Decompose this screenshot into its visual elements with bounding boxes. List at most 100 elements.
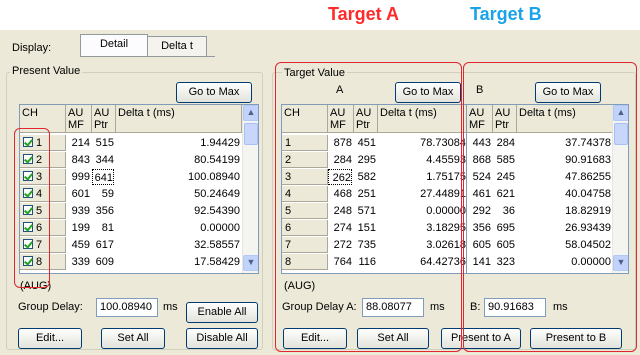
checkbox-checked-icon[interactable] bbox=[23, 154, 33, 164]
au-mf-cell[interactable]: 764 bbox=[328, 254, 352, 270]
au-ptr-cell[interactable]: 617 bbox=[92, 237, 114, 253]
checkbox-checked-icon[interactable] bbox=[23, 256, 33, 266]
checkbox-checked-icon[interactable] bbox=[23, 205, 33, 215]
au-mf-cell[interactable]: 468 bbox=[328, 186, 352, 202]
au-mf-cell[interactable]: 262 bbox=[328, 169, 352, 185]
au-mf-cell[interactable]: 868 bbox=[467, 152, 491, 168]
au-ptr-cell[interactable]: 81 bbox=[92, 220, 114, 236]
target-edit-button[interactable]: Edit... bbox=[283, 328, 347, 349]
au-ptr-cell[interactable]: 36 bbox=[493, 203, 515, 219]
checkbox-checked-icon[interactable] bbox=[23, 188, 33, 198]
tab-delta-t[interactable]: Delta t bbox=[147, 36, 207, 56]
table-row[interactable]: 8 764 116 64.42736 bbox=[282, 254, 466, 270]
table-row[interactable]: 3 999 641 100.08940 bbox=[20, 169, 242, 185]
checkbox-checked-icon[interactable] bbox=[23, 171, 33, 181]
au-ptr-cell[interactable]: 641 bbox=[92, 169, 114, 185]
au-mf-cell[interactable]: 601 bbox=[66, 186, 90, 202]
table-row[interactable]: 2 843 344 80.54199 bbox=[20, 152, 242, 168]
au-mf-cell[interactable]: 248 bbox=[328, 203, 352, 219]
table-row[interactable]: 605 605 58.04502 bbox=[467, 237, 613, 253]
checkbox-checked-icon[interactable] bbox=[23, 137, 33, 147]
group-delay-a-field[interactable]: 88.08077 bbox=[362, 298, 424, 317]
table-row[interactable]: 356 695 26.93439 bbox=[467, 220, 613, 236]
checkbox-checked-icon[interactable] bbox=[23, 222, 33, 232]
au-ptr-cell[interactable]: 451 bbox=[354, 135, 376, 151]
au-ptr-cell[interactable]: 695 bbox=[493, 220, 515, 236]
table-row[interactable]: 5 248 571 0.00000 bbox=[282, 203, 466, 219]
au-ptr-cell[interactable]: 151 bbox=[354, 220, 376, 236]
au-ptr-cell[interactable]: 571 bbox=[354, 203, 376, 219]
vertical-scrollbar[interactable]: ▲ ▼ bbox=[242, 105, 258, 273]
au-ptr-cell[interactable]: 116 bbox=[354, 254, 376, 270]
au-mf-cell[interactable]: 843 bbox=[66, 152, 90, 168]
au-ptr-cell[interactable]: 515 bbox=[92, 135, 114, 151]
au-ptr-cell[interactable]: 735 bbox=[354, 237, 376, 253]
table-row[interactable]: 7 272 735 3.02618 bbox=[282, 237, 466, 253]
table-row[interactable]: 1 214 515 1.94429 bbox=[20, 135, 242, 151]
table-row[interactable]: 868 585 90.91683 bbox=[467, 152, 613, 168]
au-mf-cell[interactable]: 199 bbox=[66, 220, 90, 236]
scroll-up-icon[interactable]: ▲ bbox=[613, 105, 628, 121]
au-mf-cell[interactable]: 214 bbox=[66, 135, 90, 151]
au-mf-cell[interactable]: 141 bbox=[467, 254, 491, 270]
au-mf-cell[interactable]: 999 bbox=[66, 169, 90, 185]
au-ptr-cell[interactable]: 585 bbox=[493, 152, 515, 168]
au-mf-cell[interactable]: 272 bbox=[328, 237, 352, 253]
au-ptr-cell[interactable]: 251 bbox=[354, 186, 376, 202]
au-ptr-cell[interactable]: 356 bbox=[92, 203, 114, 219]
vertical-scrollbar[interactable]: ▲ ▼ bbox=[612, 105, 628, 273]
table-row[interactable]: 6 199 81 0.00000 bbox=[20, 220, 242, 236]
scroll-up-icon[interactable]: ▲ bbox=[243, 105, 258, 121]
table-row[interactable]: 7 459 617 32.58557 bbox=[20, 237, 242, 253]
target-a-go-to-max-button[interactable]: Go to Max bbox=[395, 82, 461, 103]
disable-all-button[interactable]: Disable All bbox=[186, 328, 258, 349]
target-b-go-to-max-button[interactable]: Go to Max bbox=[535, 82, 601, 103]
au-mf-cell[interactable]: 459 bbox=[66, 237, 90, 253]
scroll-thumb[interactable] bbox=[614, 123, 628, 145]
au-mf-cell[interactable]: 356 bbox=[467, 220, 491, 236]
tab-detail[interactable]: Detail bbox=[80, 34, 148, 56]
target-set-all-button[interactable]: Set All bbox=[357, 328, 429, 349]
b-delay-field[interactable]: 90.91683 bbox=[484, 298, 546, 317]
au-ptr-cell[interactable]: 245 bbox=[493, 169, 515, 185]
au-mf-cell[interactable]: 461 bbox=[467, 186, 491, 202]
present-set-all-button[interactable]: Set All bbox=[101, 328, 165, 349]
au-ptr-cell[interactable]: 621 bbox=[493, 186, 515, 202]
au-mf-cell[interactable]: 605 bbox=[467, 237, 491, 253]
enable-all-button[interactable]: Enable All bbox=[186, 302, 258, 323]
au-ptr-cell[interactable]: 344 bbox=[92, 152, 114, 168]
table-row[interactable]: 443 284 37.74378 bbox=[467, 135, 613, 151]
checkbox-checked-icon[interactable] bbox=[23, 239, 33, 249]
au-ptr-cell[interactable]: 582 bbox=[354, 169, 376, 185]
table-row[interactable]: 1 878 451 78.73084 bbox=[282, 135, 466, 151]
au-ptr-cell[interactable]: 609 bbox=[92, 254, 114, 270]
au-ptr-cell[interactable]: 323 bbox=[493, 254, 515, 270]
au-ptr-cell[interactable]: 295 bbox=[354, 152, 376, 168]
table-row[interactable]: 2 284 295 4.45593 bbox=[282, 152, 466, 168]
table-row[interactable]: 4 601 59 50.24649 bbox=[20, 186, 242, 202]
scroll-down-icon[interactable]: ▼ bbox=[243, 255, 258, 271]
table-row[interactable]: 5 939 356 92.54390 bbox=[20, 203, 242, 219]
present-go-to-max-button[interactable]: Go to Max bbox=[176, 82, 252, 103]
au-mf-cell[interactable]: 274 bbox=[328, 220, 352, 236]
table-row[interactable]: 141 323 0.00000 bbox=[467, 254, 613, 270]
au-ptr-cell[interactable]: 59 bbox=[92, 186, 114, 202]
present-to-a-button[interactable]: Present to A bbox=[441, 328, 521, 349]
table-row[interactable]: 3 262 582 1.75175 bbox=[282, 169, 466, 185]
au-mf-cell[interactable]: 292 bbox=[467, 203, 491, 219]
au-mf-cell[interactable]: 284 bbox=[328, 152, 352, 168]
au-mf-cell[interactable]: 878 bbox=[328, 135, 352, 151]
au-mf-cell[interactable]: 339 bbox=[66, 254, 90, 270]
au-ptr-cell[interactable]: 605 bbox=[493, 237, 515, 253]
table-row[interactable]: 4 468 251 27.44891 bbox=[282, 186, 466, 202]
au-mf-cell[interactable]: 524 bbox=[467, 169, 491, 185]
au-ptr-cell[interactable]: 284 bbox=[493, 135, 515, 151]
scroll-down-icon[interactable]: ▼ bbox=[613, 255, 628, 271]
au-mf-cell[interactable]: 443 bbox=[467, 135, 491, 151]
scroll-thumb[interactable] bbox=[244, 123, 258, 145]
table-row[interactable]: 461 621 40.04758 bbox=[467, 186, 613, 202]
present-edit-button[interactable]: Edit... bbox=[18, 328, 82, 349]
group-delay-field[interactable]: 100.08940 bbox=[96, 298, 158, 317]
present-to-b-button[interactable]: Present to B bbox=[530, 328, 622, 349]
table-row[interactable]: 8 339 609 17.58429 bbox=[20, 254, 242, 270]
